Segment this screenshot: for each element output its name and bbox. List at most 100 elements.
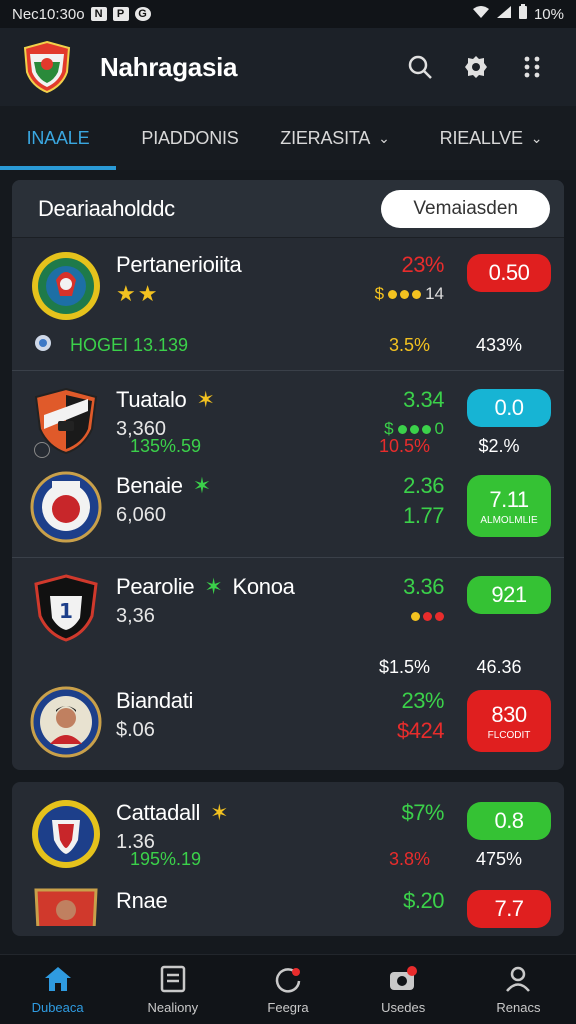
item-percent: $7% <box>401 800 444 825</box>
app-title: Nahragasia <box>100 51 238 82</box>
item-rate: $1.5% <box>378 656 430 677</box>
tab-bar: INAALE PIADDONIS ZIERASITA ⌄ RIEALLVE ⌄ <box>0 106 576 170</box>
star-icon: ✶ <box>210 800 229 825</box>
status-bar: Nec10:30o N P G 10% <box>0 0 576 28</box>
nav-label: Nealiony <box>147 1000 199 1015</box>
item-subvalue: 6,060 <box>116 503 167 526</box>
team-crest-icon: 1 <box>30 572 102 644</box>
app-bar: Nahragasia <box>0 28 576 106</box>
settings-gear-icon[interactable] <box>454 45 498 89</box>
tab-zierasita[interactable]: ZIERASITA ⌄ <box>264 106 406 170</box>
team-crest-icon <box>30 471 102 543</box>
list-card: Deariaaholddc Vemaiasden Pertanerioiita … <box>12 180 564 770</box>
item-percent: 23% <box>401 252 444 277</box>
camera-icon <box>388 964 418 994</box>
signal-icon <box>496 5 512 23</box>
list-group: 1 Pearolie ✶ Konoa 3,36 3.36 921 $1.5% 4… <box>12 557 564 770</box>
item-count: $424 <box>397 718 444 743</box>
rating-dots-icon <box>388 289 422 299</box>
item-name: Biandati <box>116 688 194 713</box>
coin-icon: $ <box>374 284 385 303</box>
item-count: 0 <box>434 419 444 438</box>
item-name: Pertanerioiita <box>116 252 242 277</box>
list-item[interactable]: Biandati $.06 23% $424 830 FLCODIT <box>12 682 564 770</box>
status-time: Nec10:30o <box>12 5 85 23</box>
item-subvalue: $.06 <box>116 718 155 741</box>
team-crest-icon <box>30 886 102 926</box>
refresh-icon <box>273 964 303 994</box>
nav-feed[interactable]: Feegra <box>230 955 345 1024</box>
tab-piaddonis[interactable]: PIADDONIS <box>116 106 264 170</box>
item-name: Cattadall <box>116 800 201 825</box>
item-percent: 2.36 <box>403 473 444 498</box>
item-count: 1.77 <box>403 503 444 528</box>
item-name-extra: Konoa <box>232 574 295 599</box>
nav-home[interactable]: Dubeaca <box>0 955 115 1024</box>
odds-badge[interactable]: 7.7 <box>467 890 551 928</box>
item-rate: 3.5% <box>388 334 430 355</box>
nav-label: Renacs <box>496 1000 541 1015</box>
team-crest-icon <box>30 798 102 870</box>
item-name: Tuatalo <box>116 387 187 412</box>
home-icon <box>43 964 73 994</box>
nav-media[interactable]: Usedes <box>346 955 461 1024</box>
item-subvalue: 1.36 <box>116 830 155 853</box>
nav-label: Usedes <box>381 1000 426 1015</box>
list-card: Cattadall ✶ 1.36 $7% 0.8 195%.19 3.8% 475… <box>12 782 564 936</box>
list-group: Tuatalo ✶ 3,360 3.34 $ 0 0.0 135%.59 10.… <box>12 370 564 557</box>
battery-icon <box>518 4 528 24</box>
list-icon <box>158 964 188 994</box>
star-icon: ★★ <box>116 281 160 306</box>
view-more-button[interactable]: Vemaiasden <box>381 189 550 228</box>
list-item[interactable]: Cattadall ✶ 1.36 $7% 0.8 195%.19 3.8% 475… <box>12 788 564 874</box>
wifi-icon <box>472 5 490 23</box>
svg-text:1: 1 <box>59 599 73 623</box>
odds-badge[interactable]: 0.50 <box>467 254 551 292</box>
tab-riealllve[interactable]: RIEALLVE ⌄ <box>406 106 576 170</box>
list-item[interactable]: Rnae $.20 7.7 <box>12 874 564 936</box>
odds-badge[interactable]: 921 <box>467 576 551 614</box>
battery-percent: 10% <box>533 5 564 23</box>
star-icon: ✶ <box>192 473 211 498</box>
list-item[interactable]: Benaie ✶ 6,060 2.36 1.77 7.11 ALMOLMLIE <box>12 461 564 557</box>
chevron-down-icon: ⌄ <box>378 129 390 146</box>
search-icon[interactable] <box>398 45 442 89</box>
nav-profile[interactable]: Renacs <box>461 955 576 1024</box>
nav-list[interactable]: Nealiony <box>115 955 230 1024</box>
card-header: Deariaaholddc Vemaiasden <box>12 180 564 238</box>
rating-dots-icon <box>397 424 431 434</box>
chevron-down-icon: ⌄ <box>530 129 543 146</box>
notification-icon: N <box>90 7 107 21</box>
nav-label: Feegra <box>267 1000 309 1015</box>
nav-label: Dubeaca <box>31 1000 84 1015</box>
item-name: Benaie <box>116 473 183 498</box>
rating-dots-icon <box>411 611 444 621</box>
list-item[interactable]: 1 Pearolie ✶ Konoa 3,36 3.36 921 $1.5% 4… <box>12 558 564 682</box>
item-total: 46.36 <box>476 656 522 677</box>
notification-icon: G <box>134 7 151 21</box>
notification-icon: P <box>112 7 129 21</box>
item-subvalue: 3,36 <box>116 604 155 627</box>
odds-badge[interactable]: 7.11 ALMOLMLIE <box>467 475 551 537</box>
item-detail: HOGEI 13.139 <box>70 334 189 355</box>
star-icon: ✶ <box>204 574 223 599</box>
item-name: Rnae <box>116 888 168 913</box>
odds-badge[interactable]: 0.8 <box>467 802 551 840</box>
team-crest-icon <box>30 250 102 322</box>
item-name: Pearolie <box>116 574 195 599</box>
list-item[interactable]: Tuatalo ✶ 3,360 3.34 $ 0 0.0 135%.59 10.… <box>12 371 564 461</box>
item-percent: 23% <box>401 688 444 713</box>
coin-icon: $ <box>384 419 394 438</box>
odds-badge[interactable]: 0.0 <box>467 389 551 427</box>
item-percent: $.20 <box>403 888 444 913</box>
more-options-icon[interactable] <box>510 45 554 89</box>
list-item[interactable]: Pertanerioiita ★★ 23% $ 14 0.50 HOGEI 13… <box>12 238 564 370</box>
item-subvalue: 3,360 <box>116 417 167 440</box>
item-count: 14 <box>425 284 444 303</box>
tab-inaale[interactable]: INAALE <box>0 106 116 170</box>
team-crest-icon <box>30 686 102 758</box>
team-crest-icon <box>30 385 102 457</box>
odds-badge[interactable]: 830 FLCODIT <box>467 690 551 752</box>
info-icon <box>34 334 52 357</box>
star-icon: ✶ <box>196 387 215 412</box>
